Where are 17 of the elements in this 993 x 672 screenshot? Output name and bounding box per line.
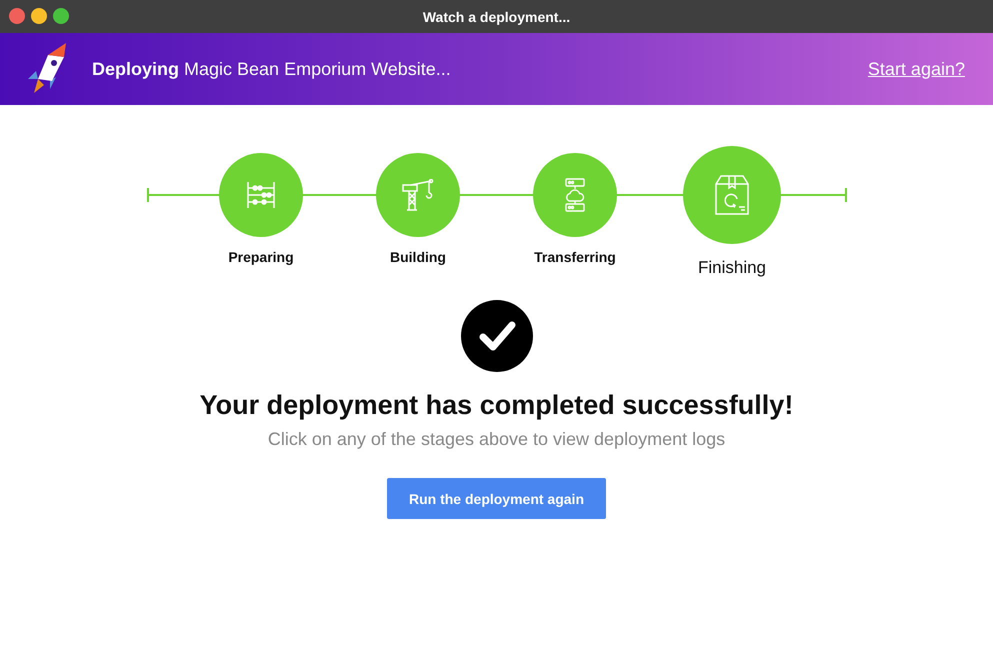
- crane-icon: [401, 179, 435, 211]
- stage-label: Transferring: [534, 249, 616, 265]
- cloud-server-icon: [563, 178, 587, 212]
- stage-label: Preparing: [228, 249, 294, 265]
- start-again-link[interactable]: Start again?: [868, 58, 965, 80]
- checkmark-icon: [460, 300, 532, 372]
- stage-label: Building: [390, 249, 446, 265]
- minimize-button[interactable]: [31, 8, 47, 24]
- success-heading: Your deployment has completed successfully!: [200, 390, 794, 421]
- stage-label: Finishing: [698, 258, 766, 278]
- logs-hint: Click on any of the stages above to view deployment logs: [268, 429, 726, 450]
- run-again-button[interactable]: Run the deployment again: [387, 478, 606, 519]
- deploying-text: Deploying Magic Bean Emporium Website...: [92, 58, 452, 80]
- close-button[interactable]: [9, 8, 25, 24]
- zoom-button[interactable]: [53, 8, 69, 24]
- abacus-icon: [246, 180, 276, 210]
- window-title: Watch a deployment...: [422, 8, 570, 24]
